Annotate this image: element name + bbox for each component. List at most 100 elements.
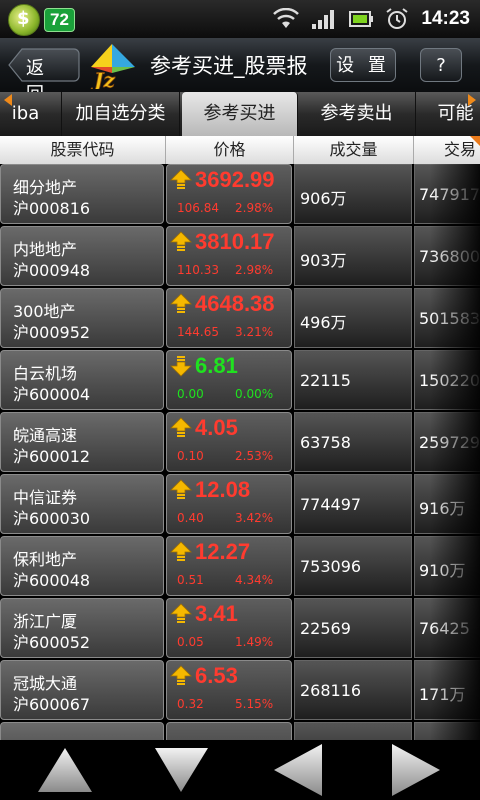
volume-cell: 496万	[294, 288, 412, 348]
stock-code: 沪000948	[13, 261, 91, 280]
price-value: 6.53	[195, 663, 238, 688]
price-change: 0.32	[177, 697, 204, 711]
column-volume[interactable]: 成交量	[294, 136, 414, 164]
clock-time: 14:23	[421, 8, 470, 29]
price-change: 0.40	[177, 511, 204, 525]
price-value: 4.05	[195, 415, 238, 440]
price-change: 0.51	[177, 573, 204, 587]
price-change-pct: 2.98%	[235, 201, 274, 215]
notification-badge: 72	[44, 8, 75, 32]
arrow-up-icon	[170, 603, 192, 623]
volume-value: 268116	[300, 681, 362, 700]
wifi-icon	[273, 8, 300, 28]
settings-button[interactable]: 设 置	[330, 48, 396, 82]
stock-code: 沪000816	[13, 199, 91, 218]
volume-cell	[294, 722, 412, 740]
volume-cell: 63758	[294, 412, 412, 472]
stock-name-cell[interactable]	[0, 722, 164, 740]
volume-value: 63758	[300, 433, 351, 452]
arrow-up-icon	[170, 293, 192, 313]
stock-list: 细分地产 沪000816 3692.99 106.84 2.98% 906万 7…	[0, 164, 480, 740]
column-stock-code[interactable]: 股票代码	[0, 136, 166, 164]
page-right-icon[interactable]	[360, 740, 480, 800]
table-row-partial[interactable]	[0, 722, 480, 740]
title-bar: 返 回 Jz 参考买进_股票报 设 置 ?	[0, 38, 480, 105]
price-change-pct: 4.34%	[235, 573, 274, 587]
price-change: 0.05	[177, 635, 204, 649]
price-change-pct: 3.21%	[235, 325, 274, 339]
stock-name-cell[interactable]: 中信证券 沪600030	[0, 474, 164, 534]
table-row[interactable]: 300地产 沪000952 4648.38 144.65 3.21% 496万 …	[0, 288, 480, 350]
jz-logo-icon: Jz	[90, 44, 135, 89]
arrow-up-icon	[170, 665, 192, 685]
table-row[interactable]: 浙江广厦 沪600052 3.41 0.05 1.49% 22569 76425	[0, 598, 480, 660]
scroll-up-icon[interactable]	[0, 740, 120, 800]
price-change-pct: 2.53%	[235, 449, 274, 463]
tab-scroll-right-icon[interactable]	[468, 94, 476, 106]
volume-value: 903万	[300, 251, 347, 270]
arrow-up-icon	[170, 417, 192, 437]
scroll-down-icon[interactable]	[120, 740, 240, 800]
stock-name-cell[interactable]: 300地产 沪000952	[0, 288, 164, 348]
table-row[interactable]: 白云机场 沪600004 6.81 0.00 0.00% 22115 15022…	[0, 350, 480, 412]
status-bar: 72 14:23	[0, 0, 480, 38]
arrow-flat-down-icon	[170, 356, 192, 377]
stock-code: 沪600048	[13, 571, 91, 590]
price-cell: 12.27 0.51 4.34%	[166, 536, 292, 596]
stock-name-cell[interactable]: 冠城大通 沪600067	[0, 660, 164, 720]
help-button[interactable]: ?	[420, 48, 462, 82]
tab-add-custom-category[interactable]: 加自选分类	[62, 92, 180, 136]
price-cell: 3.41 0.05 1.49%	[166, 598, 292, 658]
table-row[interactable]: 冠城大通 沪600067 6.53 0.32 5.15% 268116 171万	[0, 660, 480, 722]
back-button[interactable]: 返 回	[8, 48, 80, 105]
arrow-up-icon	[170, 479, 192, 499]
stock-name-cell[interactable]: 保利地产 沪600048	[0, 536, 164, 596]
table-row[interactable]: 保利地产 沪600048 12.27 0.51 4.34% 753096 910…	[0, 536, 480, 598]
volume-cell: 268116	[294, 660, 412, 720]
table-row[interactable]: 细分地产 沪000816 3692.99 106.84 2.98% 906万 7…	[0, 164, 480, 226]
price-value: 12.08	[195, 477, 251, 502]
volume-cell: 906万	[294, 164, 412, 224]
column-header: 股票代码 价格 成交量 交易	[0, 136, 480, 164]
price-change-pct: 0.00%	[235, 387, 274, 401]
signal-icon	[312, 10, 335, 29]
table-row[interactable]: 皖通高速 沪600012 4.05 0.10 2.53% 63758 25972…	[0, 412, 480, 474]
volume-value: 906万	[300, 189, 347, 208]
stock-code: 沪600067	[13, 695, 91, 714]
price-change: 0.10	[177, 449, 204, 463]
column-scroll-indicator-icon	[470, 136, 480, 146]
table-row[interactable]: 内地地产 沪000948 3810.17 110.33 2.98% 903万 7…	[0, 226, 480, 288]
stock-code: 沪600004	[13, 385, 91, 404]
stock-code: 沪000952	[13, 323, 91, 342]
volume-value: 22115	[300, 371, 351, 390]
price-change: 110.33	[177, 263, 219, 277]
battery-icon	[349, 11, 374, 27]
stock-name-cell[interactable]: 白云机场 沪600004	[0, 350, 164, 410]
page-left-icon[interactable]	[240, 740, 360, 800]
price-value: 3692.99	[195, 167, 275, 192]
tab-scroll-left-icon[interactable]	[4, 94, 12, 106]
stock-name-cell[interactable]: 细分地产 沪000816	[0, 164, 164, 224]
tab-reference-sell[interactable]: 参考卖出	[298, 92, 416, 136]
price-cell: 6.81 0.00 0.00%	[166, 350, 292, 410]
price-change-pct: 5.15%	[235, 697, 274, 711]
price-cell: 4648.38 144.65 3.21%	[166, 288, 292, 348]
column-price[interactable]: 价格	[166, 136, 294, 164]
tab-reference-buy[interactable]: 参考买进	[182, 92, 298, 136]
volume-cell: 753096	[294, 536, 412, 596]
page-title: 参考买进_股票报	[150, 54, 308, 78]
price-value: 4648.38	[195, 291, 275, 316]
volume-value: 774497	[300, 495, 362, 514]
price-change-pct: 2.98%	[235, 263, 274, 277]
stock-name-cell[interactable]: 皖通高速 沪600012	[0, 412, 164, 472]
stock-name-cell[interactable]: 浙江广厦 沪600052	[0, 598, 164, 658]
right-edge-shade	[430, 164, 480, 740]
price-cell: 6.53 0.32 5.15%	[166, 660, 292, 720]
volume-cell: 22569	[294, 598, 412, 658]
stock-name-cell[interactable]: 内地地产 沪000948	[0, 226, 164, 286]
price-change: 144.65	[177, 325, 219, 339]
price-cell: 4.05 0.10 2.53%	[166, 412, 292, 472]
stock-code: 沪600052	[13, 633, 91, 652]
table-row[interactable]: 中信证券 沪600030 12.08 0.40 3.42% 774497 916…	[0, 474, 480, 536]
tab-bar: iba 加自选分类 参考买进 参考卖出 可能	[0, 92, 480, 136]
